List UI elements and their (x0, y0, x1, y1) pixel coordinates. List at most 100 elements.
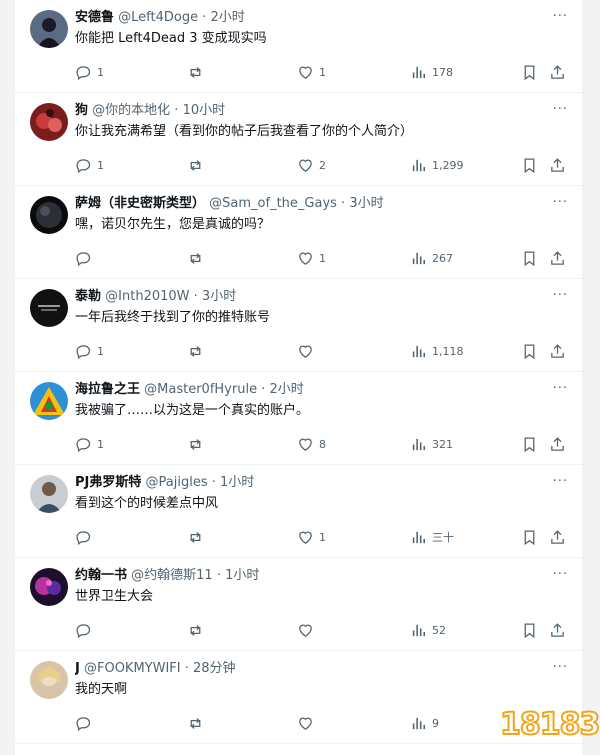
more-options-button[interactable]: ··· (553, 566, 568, 584)
author-handle[interactable]: @Left4Doge (118, 10, 198, 25)
reply-button[interactable] (75, 713, 97, 733)
like-button[interactable]: 2 (297, 155, 326, 175)
avatar[interactable] (30, 196, 68, 234)
author-name[interactable]: 安德鲁 (75, 10, 114, 25)
reply-tweet[interactable]: 泰勒 @Inth2010W · 3小时 ··· 一年后我终于找到了你的推特账号 … (15, 279, 582, 372)
share-button[interactable] (549, 620, 566, 640)
avatar[interactable] (30, 568, 68, 606)
retweet-button[interactable] (187, 248, 209, 268)
author-name[interactable]: J (75, 661, 80, 676)
share-button[interactable] (549, 155, 566, 175)
reply-tweet[interactable]: 约翰一书 @约翰德斯11 · 1小时 ··· 世界卫生大会 52 (15, 558, 582, 651)
like-button[interactable] (297, 341, 319, 361)
author-handle[interactable]: @Sam_of_the_Gays (209, 196, 337, 211)
author-handle[interactable]: @Inth2010W (105, 289, 189, 304)
like-button[interactable]: 1 (297, 527, 326, 547)
author-name[interactable]: 海拉鲁之王 (75, 382, 140, 397)
reply-button[interactable] (75, 620, 97, 640)
views-button[interactable]: 267 (410, 248, 453, 268)
more-options-button[interactable]: ··· (553, 194, 568, 212)
like-button[interactable]: 8 (297, 434, 326, 454)
more-options-button[interactable]: ··· (553, 8, 568, 26)
author-name[interactable]: 约翰一书 (75, 568, 127, 583)
like-button[interactable] (297, 620, 319, 640)
retweet-button[interactable] (187, 620, 209, 640)
views-button[interactable]: 52 (410, 620, 446, 640)
bookmark-button[interactable] (521, 248, 538, 268)
reply-button[interactable]: 1 (75, 62, 104, 82)
views-button[interactable]: 178 (410, 62, 453, 82)
timestamp[interactable]: 28分钟 (193, 661, 236, 676)
reply-tweet[interactable]: 萨姆（非史密斯类型） @Sam_of_the_Gays · 3小时 ··· 嘿，… (15, 186, 582, 279)
heart-icon (299, 159, 312, 172)
timestamp[interactable]: 3小时 (202, 289, 236, 304)
avatar[interactable] (30, 475, 68, 513)
retweet-button[interactable] (187, 434, 209, 454)
bookmark-button[interactable] (521, 341, 538, 361)
avatar[interactable] (30, 289, 68, 327)
views-button[interactable]: 1,118 (410, 341, 464, 361)
reply-tweet[interactable]: PJ弗罗斯特 @Pajigles · 1小时 ··· 看到这个的时候差点中风 1… (15, 465, 582, 558)
author-handle[interactable]: @Master0fHyrule (144, 382, 257, 397)
views-button[interactable]: 1,299 (410, 155, 464, 175)
more-options-button[interactable]: ··· (553, 101, 568, 119)
share-button[interactable] (549, 341, 566, 361)
like-button[interactable] (297, 713, 319, 733)
timestamp[interactable]: 2小时 (211, 10, 245, 25)
more-options-button[interactable]: ··· (553, 659, 568, 677)
reply-icon (76, 251, 91, 266)
more-options-button[interactable]: ··· (553, 380, 568, 398)
reply-tweet[interactable]: 安德鲁 @Left4Doge · 2小时 ··· 你能把 Left4Dead 3… (15, 0, 582, 93)
author-name[interactable]: PJ弗罗斯特 (75, 475, 141, 490)
views-icon (412, 717, 426, 729)
share-button[interactable] (549, 62, 566, 82)
views-button[interactable]: 三十 (410, 527, 454, 547)
share-button[interactable] (549, 248, 566, 268)
reply-tweet[interactable]: 海拉鲁之王 @Master0fHyrule · 2小时 ··· 我被骗了……以为… (15, 372, 582, 465)
avatar[interactable] (30, 661, 68, 699)
author-name[interactable]: 泰勒 (75, 289, 101, 304)
avatar[interactable] (30, 382, 68, 420)
reply-button[interactable] (75, 248, 97, 268)
reply-tweet[interactable]: J @FOOKMYWIFI · 28分钟 ··· 我的天啊 9 (15, 651, 582, 744)
timestamp[interactable]: 2小时 (269, 382, 303, 397)
avatar[interactable] (30, 103, 68, 141)
bookmark-button[interactable] (521, 155, 538, 175)
author-name[interactable]: 萨姆（非史密斯类型） (75, 196, 205, 211)
author-handle[interactable]: @你的本地化 (92, 103, 170, 118)
retweet-button[interactable] (187, 62, 209, 82)
share-button[interactable] (549, 527, 566, 547)
timestamp[interactable]: 10小时 (183, 103, 226, 118)
reply-button[interactable]: 1 (75, 155, 104, 175)
retweet-button[interactable] (187, 527, 209, 547)
retweet-button[interactable] (187, 155, 209, 175)
views-button[interactable]: 321 (410, 434, 453, 454)
author-handle[interactable]: @约翰德斯11 (131, 568, 213, 583)
bookmark-button[interactable] (521, 527, 538, 547)
views-button[interactable]: 9 (410, 713, 439, 733)
separator: · (207, 475, 221, 490)
share-button[interactable] (549, 434, 566, 454)
author-handle[interactable]: @FOOKMYWIFI (84, 661, 181, 676)
like-button[interactable]: 1 (297, 62, 326, 82)
retweet-button[interactable] (187, 341, 209, 361)
reply-button[interactable]: 1 (75, 341, 104, 361)
like-button[interactable]: 1 (297, 248, 326, 268)
reply-button[interactable] (75, 527, 97, 547)
reply-button[interactable]: 1 (75, 434, 104, 454)
more-options-button[interactable]: ··· (553, 473, 568, 491)
retweet-button[interactable] (187, 713, 209, 733)
bookmark-button[interactable] (521, 62, 538, 82)
avatar[interactable] (30, 10, 68, 48)
author-name[interactable]: 狗 (75, 103, 88, 118)
bookmark-button[interactable] (521, 434, 538, 454)
tweet-text: 你能把 Left4Dead 3 变成现实吗 (75, 31, 267, 46)
timestamp[interactable]: 1小时 (220, 475, 254, 490)
bookmark-button[interactable] (521, 620, 538, 640)
timestamp[interactable]: 3小时 (349, 196, 383, 211)
views-icon (412, 531, 426, 543)
reply-tweet[interactable]: 狗 @你的本地化 · 10小时 ··· 你让我充满希望（看到你的帖子后我查看了你… (15, 93, 582, 186)
author-handle[interactable]: @Pajigles (146, 475, 208, 490)
timestamp[interactable]: 1小时 (225, 568, 259, 583)
more-options-button[interactable]: ··· (553, 287, 568, 305)
